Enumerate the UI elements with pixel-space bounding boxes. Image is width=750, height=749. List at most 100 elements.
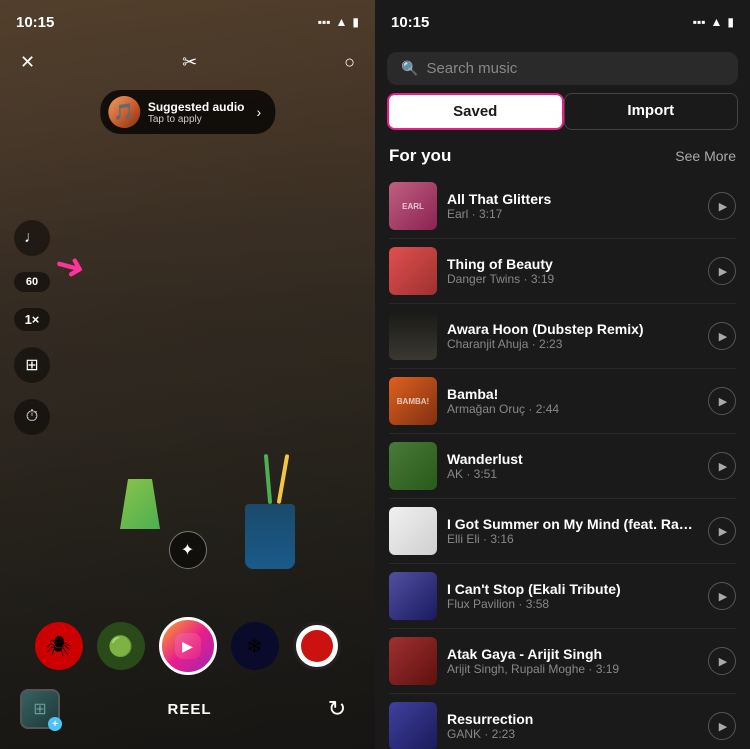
music-list-item[interactable]: Thing of BeautyDanger Twins · 3:19 ▶ xyxy=(375,239,750,303)
song-thumbnail: EARL xyxy=(389,182,437,230)
song-thumbnail xyxy=(389,312,437,360)
song-play-button[interactable]: ▶ xyxy=(708,582,736,610)
song-info: Bamba!Armağan Oruç · 2:44 xyxy=(447,386,698,416)
song-title: I Can't Stop (Ekali Tribute) xyxy=(447,581,698,597)
timer-icon[interactable]: 60 xyxy=(14,272,50,292)
music-list-item[interactable]: I Got Summer on My Mind (feat. Raritt...… xyxy=(375,499,750,563)
circle-effect[interactable] xyxy=(293,622,341,670)
song-meta: Flux Pavilion · 3:58 xyxy=(447,597,698,611)
search-icon: 🔍 xyxy=(401,60,418,77)
song-meta: Charanjit Ahuja · 2:23 xyxy=(447,337,698,351)
music-list-item[interactable]: Atak Gaya - Arijit SinghArijit Singh, Ru… xyxy=(375,629,750,693)
circle-icon[interactable]: ○ xyxy=(344,52,355,73)
tab-import-label: Import xyxy=(627,102,674,119)
song-meta: AK · 3:51 xyxy=(447,467,698,481)
music-list-item[interactable]: BAMBA! Bamba!Armağan Oruç · 2:44 ▶ xyxy=(375,369,750,433)
right-status-icons: ▪▪▪ ▲ ▮ xyxy=(693,15,734,29)
reel-label: REEL xyxy=(167,701,211,718)
layout-icon[interactable]: ⊞ xyxy=(14,347,50,383)
song-play-button[interactable]: ▶ xyxy=(708,712,736,740)
suggested-audio-title: Suggested audio xyxy=(148,100,245,114)
song-meta: GANK · 2:23 xyxy=(447,727,698,741)
music-icon-glyph: ♩ xyxy=(24,229,40,247)
music-list-item[interactable]: Awara Hoon (Dubstep Remix)Charanjit Ahuj… xyxy=(375,304,750,368)
song-play-button[interactable]: ▶ xyxy=(708,517,736,545)
song-info: Atak Gaya - Arijit SinghArijit Singh, Ru… xyxy=(447,646,698,676)
left-status-icons: ▪▪▪ ▲ ▮ xyxy=(318,15,359,29)
song-info: ResurrectionGANK · 2:23 xyxy=(447,711,698,741)
song-play-button[interactable]: ▶ xyxy=(708,322,736,350)
song-meta: Armağan Oruç · 2:44 xyxy=(447,402,698,416)
tab-saved[interactable]: Saved xyxy=(387,93,564,130)
wifi-icon: ▲ xyxy=(336,15,348,29)
section-header: For you See More xyxy=(375,140,750,174)
scissors-icon[interactable]: ✂ xyxy=(182,52,197,73)
left-bottom-bar: 🕷 🟢 ▶ ❄ ⊞ + REEL ↻ xyxy=(0,617,375,749)
song-info: Thing of BeautyDanger Twins · 3:19 xyxy=(447,256,698,286)
suggested-audio-pill[interactable]: 🎵 Suggested audio Tap to apply › xyxy=(100,90,275,134)
song-title: Bamba! xyxy=(447,386,698,402)
song-play-button[interactable]: ▶ xyxy=(708,387,736,415)
speed-control[interactable]: 1× xyxy=(14,308,50,331)
cup-object xyxy=(245,504,295,569)
clock-glyph: ⏱ xyxy=(26,408,38,426)
add-effects-area: ✦ xyxy=(169,531,207,569)
bottom-nav-row: ⊞ + REEL ↻ xyxy=(0,689,375,729)
song-info: All That GlittersEarl · 3:17 xyxy=(447,191,698,221)
clock-icon[interactable]: ⏱ xyxy=(14,399,50,435)
see-more-button[interactable]: See More xyxy=(675,148,736,164)
camera-panel: 10:15 ▪▪▪ ▲ ▮ ✕ ✂ ○ 🎵 Suggested audio Ta… xyxy=(0,0,375,749)
pencil2 xyxy=(264,454,272,504)
music-list-item[interactable]: I Can't Stop (Ekali Tribute)Flux Pavilio… xyxy=(375,564,750,628)
music-list-item[interactable]: WanderlustAK · 3:51▶ xyxy=(375,434,750,498)
add-effects-button[interactable]: ✦ xyxy=(169,531,207,569)
left-side-tools: ♩ 60 1× ⊞ ⏱ xyxy=(14,220,50,435)
pencil1 xyxy=(277,454,290,504)
song-thumbnail xyxy=(389,637,437,685)
song-info: Awara Hoon (Dubstep Remix)Charanjit Ahuj… xyxy=(447,321,698,351)
tab-saved-label: Saved xyxy=(453,103,497,120)
music-note-icon[interactable]: ♩ xyxy=(14,220,50,256)
music-list-item[interactable]: ResurrectionGANK · 2:23 ▶ xyxy=(375,694,750,749)
song-title: All That Glitters xyxy=(447,191,698,207)
song-meta: Elli Eli · 3:16 xyxy=(447,532,698,546)
song-title: I Got Summer on My Mind (feat. Raritt... xyxy=(447,516,698,532)
song-meta: Arijit Singh, Rupali Moghe · 3:19 xyxy=(447,662,698,676)
song-thumbnail: BAMBA! xyxy=(389,377,437,425)
gallery-thumbnail[interactable]: ⊞ + xyxy=(20,689,60,729)
song-thumbnail xyxy=(389,247,437,295)
snowflake-effect[interactable]: ❄ xyxy=(231,622,279,670)
green-stand-object xyxy=(120,479,160,529)
song-play-button[interactable]: ▶ xyxy=(708,647,736,675)
chevron-right-icon: › xyxy=(257,104,262,120)
flip-camera-button[interactable]: ↻ xyxy=(319,691,355,727)
music-list-item[interactable]: EARL All That GlittersEarl · 3:17 ▶ xyxy=(375,174,750,238)
search-input[interactable]: Search music xyxy=(426,60,517,77)
left-status-bar: 10:15 ▪▪▪ ▲ ▮ xyxy=(0,0,375,44)
layout-glyph: ⊞ xyxy=(25,355,38,375)
song-meta: Earl · 3:17 xyxy=(447,207,698,221)
tab-import[interactable]: Import xyxy=(564,93,739,130)
song-title: Thing of Beauty xyxy=(447,256,698,272)
signal-icon: ▪▪▪ xyxy=(318,15,331,29)
song-thumbnail xyxy=(389,507,437,555)
right-status-bar: 10:15 ▪▪▪ ▲ ▮ xyxy=(375,0,750,44)
close-icon[interactable]: ✕ xyxy=(20,52,35,73)
hulk-effect[interactable]: 🟢 xyxy=(97,622,145,670)
spiderman-effect[interactable]: 🕷 xyxy=(35,622,83,670)
song-thumbnail xyxy=(389,442,437,490)
song-play-button[interactable]: ▶ xyxy=(708,257,736,285)
suggested-audio-text: Suggested audio Tap to apply xyxy=(148,100,245,125)
reels-capture-button[interactable]: ▶ xyxy=(159,617,217,675)
song-title: Atak Gaya - Arijit Singh xyxy=(447,646,698,662)
song-play-button[interactable]: ▶ xyxy=(708,452,736,480)
right-wifi-icon: ▲ xyxy=(711,15,723,29)
music-panel: 10:15 ▪▪▪ ▲ ▮ 🔍 Search music Saved Impor… xyxy=(375,0,750,749)
song-play-button[interactable]: ▶ xyxy=(708,192,736,220)
song-info: I Got Summer on My Mind (feat. Raritt...… xyxy=(447,516,698,546)
search-bar[interactable]: 🔍 Search music xyxy=(387,52,738,85)
right-battery-icon: ▮ xyxy=(727,15,734,29)
left-time: 10:15 xyxy=(16,14,54,31)
suggested-audio-thumb: 🎵 xyxy=(108,96,140,128)
song-title: Awara Hoon (Dubstep Remix) xyxy=(447,321,698,337)
